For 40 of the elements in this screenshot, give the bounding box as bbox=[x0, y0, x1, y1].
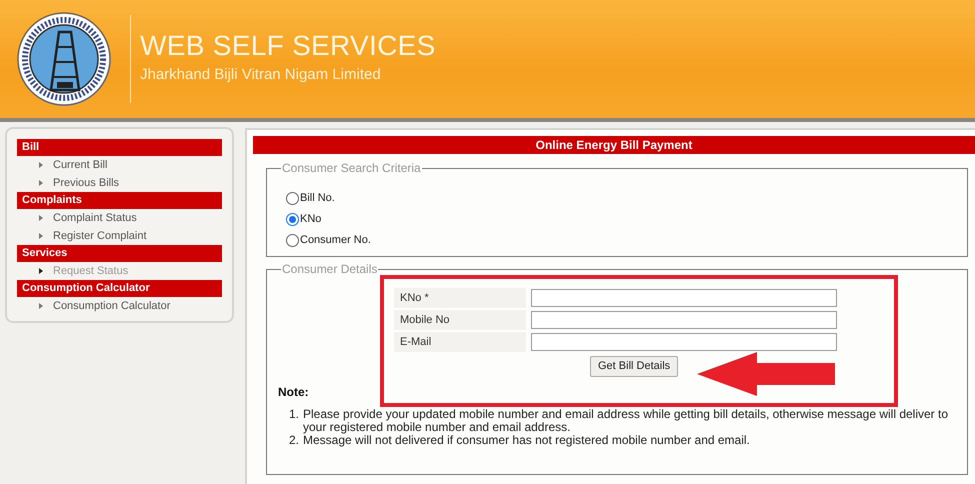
caret-icon bbox=[39, 162, 43, 168]
group-legend: Consumer Details bbox=[281, 262, 378, 276]
radio-button[interactable] bbox=[286, 192, 299, 205]
field-label: E-Mail bbox=[394, 332, 526, 352]
get-bill-details-button[interactable]: Get Bill Details bbox=[590, 356, 678, 377]
radio-button[interactable] bbox=[286, 234, 299, 247]
field-label: Mobile No bbox=[394, 310, 526, 330]
caret-icon bbox=[39, 303, 43, 309]
radio-label[interactable]: Consumer No. bbox=[300, 232, 371, 249]
menu-heading: Complaints bbox=[17, 192, 222, 209]
input-field[interactable] bbox=[531, 311, 837, 329]
menu-heading: Services bbox=[17, 245, 222, 262]
menu-item[interactable]: Previous Bills bbox=[17, 174, 222, 192]
radio-button[interactable] bbox=[286, 213, 299, 226]
radio-label[interactable]: KNo bbox=[300, 211, 322, 228]
note-text: Message will not delivered if consumer has not registered mobile number and email. bbox=[303, 434, 750, 447]
logo-icon bbox=[15, 12, 113, 106]
note-number: 1. bbox=[289, 408, 300, 423]
group-legend: Consumer Search Criteria bbox=[281, 161, 422, 175]
input-field[interactable] bbox=[531, 289, 837, 307]
page-title: Online Energy Bill Payment bbox=[253, 136, 975, 154]
caret-icon bbox=[39, 180, 43, 186]
note-number: 2. bbox=[289, 434, 300, 447]
arrow-icon bbox=[697, 352, 837, 396]
note-text: Please provide your updated mobile number and email address while getting bill details, otherwise message will deliver to your registered mobile number and email address. bbox=[303, 408, 950, 434]
site-title: WEB SELF SERVICES bbox=[140, 32, 436, 60]
note-heading: Note: bbox=[278, 384, 310, 401]
menu-item[interactable]: Consumption Calculator bbox=[17, 297, 222, 315]
caret-icon bbox=[39, 268, 43, 274]
field-label: KNo * bbox=[394, 288, 526, 308]
menu-item[interactable]: Register Complaint bbox=[17, 227, 222, 245]
menu-item[interactable]: Complaint Status bbox=[17, 209, 222, 227]
menu-item[interactable]: Current Bill bbox=[17, 156, 222, 174]
site-subtitle: Jharkhand Bijli Vitran Nigam Limited bbox=[140, 64, 382, 85]
input-field[interactable] bbox=[531, 333, 837, 351]
menu-heading: Consumption Calculator bbox=[17, 280, 222, 297]
caret-icon bbox=[39, 233, 43, 239]
radio-label[interactable]: Bill No. bbox=[300, 190, 335, 207]
menu-heading: Bill bbox=[17, 139, 222, 156]
caret-icon bbox=[39, 215, 43, 221]
